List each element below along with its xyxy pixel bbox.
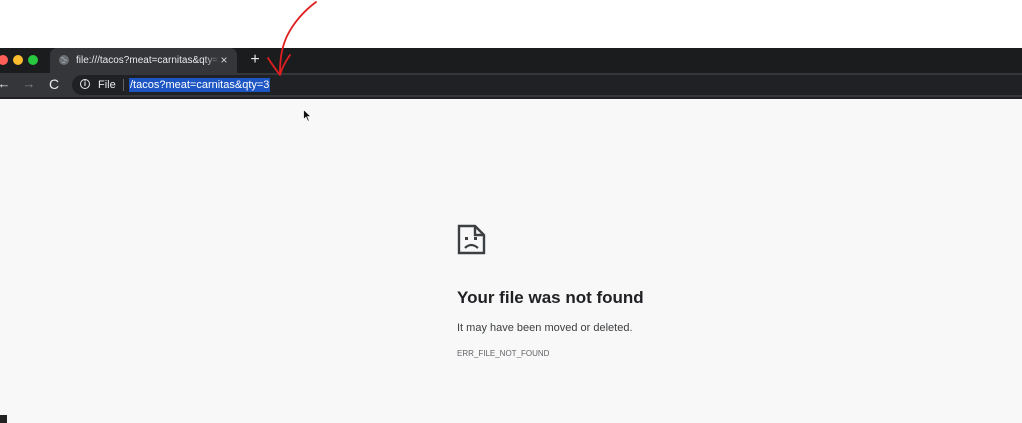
minimize-window-button[interactable] bbox=[13, 55, 23, 65]
address-bar[interactable]: i File /tacos?meat=carnitas&qty=3 bbox=[72, 75, 1022, 95]
forward-button[interactable]: → bbox=[21, 76, 37, 92]
active-tab[interactable]: file:///tacos?meat=carnitas&qty=3 × bbox=[50, 48, 237, 73]
error-title: Your file was not found bbox=[457, 288, 644, 307]
info-icon[interactable]: i bbox=[80, 79, 90, 89]
page-content bbox=[0, 99, 1022, 423]
reload-button[interactable]: C bbox=[46, 76, 62, 92]
sad-file-icon bbox=[457, 224, 486, 255]
browser-toolbar: ← → C i File /tacos?meat=carnitas&qty=3 bbox=[0, 73, 1022, 97]
url-text[interactable]: /tacos?meat=carnitas&qty=3 bbox=[129, 78, 271, 92]
address-separator bbox=[123, 79, 124, 91]
close-window-button[interactable] bbox=[0, 55, 8, 65]
mouse-pointer-icon bbox=[303, 109, 312, 122]
new-tab-button[interactable]: + bbox=[247, 51, 263, 69]
screenshot-top-margin bbox=[0, 0, 1022, 48]
error-code: ERR_FILE_NOT_FOUND bbox=[457, 349, 550, 358]
corner-artifact bbox=[0, 415, 7, 423]
error-description: It may have been moved or deleted. bbox=[457, 322, 633, 334]
browser-tab-strip: file:///tacos?meat=carnitas&qty=3 × + bbox=[0, 48, 1022, 73]
globe-icon bbox=[59, 55, 69, 65]
tab-close-icon[interactable]: × bbox=[217, 53, 231, 67]
scheme-label: File bbox=[98, 79, 116, 91]
maximize-window-button[interactable] bbox=[28, 55, 38, 65]
tab-title: file:///tacos?meat=carnitas&qty=3 bbox=[76, 54, 220, 68]
back-button[interactable]: ← bbox=[0, 76, 12, 92]
